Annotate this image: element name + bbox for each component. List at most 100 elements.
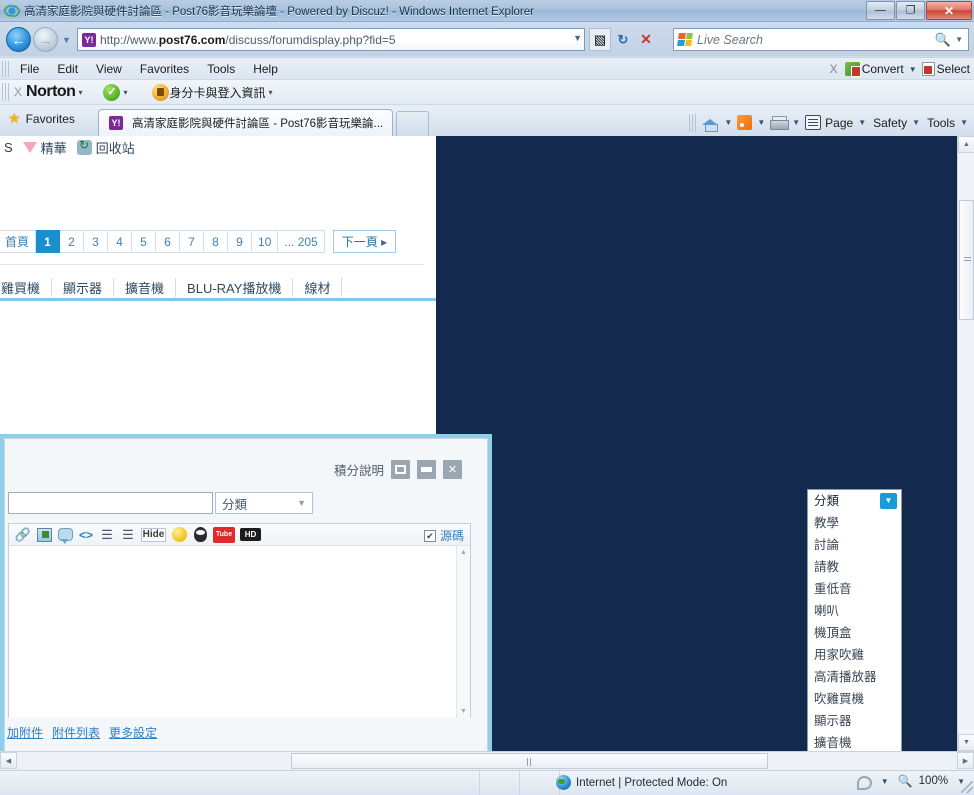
scroll-down-button[interactable]: ▼ [958,734,974,751]
rss-chevron-down-icon[interactable]: ▼ [754,118,768,127]
menu-item-edit[interactable]: Edit [48,60,87,78]
norton-close-icon[interactable]: X [14,85,22,99]
command-bar-grip[interactable] [689,113,697,132]
norton-chevron-down-icon[interactable]: ▾ [75,88,85,97]
chevron-down-icon[interactable]: ▼ [880,493,897,509]
source-mode-toggle[interactable]: ✔ 源碼 [423,527,464,544]
qq-icon[interactable] [192,527,208,543]
youtube-icon[interactable]: Tube [213,526,235,543]
image-icon[interactable] [36,527,52,543]
dropdown-item-5[interactable]: 喇叭 [808,600,901,622]
safety-chevron-down-icon[interactable]: ▼ [909,118,923,127]
identity-safe-button[interactable]: 身分卡與登入資訊 [169,84,265,101]
page-vertical-scrollbar[interactable]: ▲ ▼ [957,136,974,751]
page-last-button[interactable]: ... 205 [278,230,325,253]
resize-grip[interactable] [961,781,973,793]
page-menu-button[interactable]: Page [823,116,853,130]
forward-button[interactable]: → [33,27,58,52]
hide-icon[interactable]: Hide [141,527,166,542]
norton-safe-check-icon[interactable]: ✓ [103,83,121,101]
scroll-right-button[interactable]: ▶ [957,752,974,769]
minimize-dialog-button[interactable] [417,460,436,479]
page-next-button[interactable]: 下一頁 ▸ [332,230,397,253]
thread-type-select[interactable]: 分類 ▼ [215,492,313,514]
vertical-scroll-thumb[interactable] [959,200,974,320]
page-button-7[interactable]: 7 [180,230,205,253]
credits-help-link[interactable]: 積分說明 [334,460,384,479]
category-tab-2[interactable]: 擴音機 [114,278,177,297]
page-button-4[interactable]: 4 [108,230,133,253]
scroll-left-button[interactable]: ◀ [0,752,17,769]
dropdown-item-7[interactable]: 用家吹雞 [808,644,901,666]
page-button-2[interactable]: 2 [60,230,85,253]
attachment-list-link[interactable]: 附件列表 [52,724,100,741]
subnav-item-digest[interactable]: 精華 [22,138,67,157]
more-settings-link[interactable]: 更多設定 [109,724,157,741]
norton-toolbar-grip[interactable] [2,83,11,101]
page-icon[interactable] [805,115,822,130]
zoom-icon[interactable]: 🔍 [898,774,913,788]
code-icon[interactable]: <> [78,527,94,543]
compatibility-view-button[interactable]: ▧ [589,28,611,51]
safety-menu-button[interactable]: Safety [871,116,907,130]
subnav-item-recycle[interactable]: 回收站 [76,138,135,157]
close-dialog-button[interactable]: ✕ [443,460,462,479]
dropdown-item-0[interactable]: 分類 ▼ [808,490,901,512]
page-button-5[interactable]: 5 [132,230,157,253]
category-tab-0[interactable]: 雞買機 [0,278,53,297]
page-horizontal-scrollbar[interactable]: ◀ ▶ [0,751,974,770]
smiley-icon[interactable] [171,527,187,543]
page-button-3[interactable]: 3 [84,230,109,253]
menu-item-help[interactable]: Help [244,60,287,78]
search-icon[interactable]: 🔍 [935,32,951,48]
home-icon[interactable] [702,115,719,132]
dropdown-item-6[interactable]: 機頂盒 [808,622,901,644]
editor-textarea[interactable]: ▲ ▼ [9,546,470,718]
privacy-chevron-down-icon[interactable]: ▼ [878,777,892,786]
page-chevron-down-icon[interactable]: ▼ [855,118,869,127]
recent-pages-chevron-icon[interactable]: ▼ [62,35,71,45]
search-input[interactable]: Live Search [697,33,935,47]
page-first-button[interactable]: 首頁 [0,230,37,253]
hd-icon[interactable]: HD [240,528,261,541]
favorites-button[interactable]: ★ Favorites [8,110,75,127]
dropdown-item-3[interactable]: 請教 [808,556,901,578]
dropdown-item-10[interactable]: 顯示器 [808,710,901,732]
menu-item-view[interactable]: View [87,60,131,78]
tools-menu-button[interactable]: Tools [925,116,955,130]
menu-item-favorites[interactable]: Favorites [131,60,198,78]
address-dropdown-chevron-icon[interactable]: ▼ [573,33,582,43]
dropdown-item-2[interactable]: 討論 [808,534,901,556]
horizontal-scroll-thumb[interactable] [291,753,768,769]
dropdown-item-1[interactable]: 教學 [808,512,901,534]
category-tab-1[interactable]: 顯示器 [52,278,115,297]
norton-safe-chevron-down-icon[interactable]: ▾ [120,88,130,97]
dropdown-item-4[interactable]: 重低音 [808,578,901,600]
category-tab-4[interactable]: 線材 [293,278,343,297]
link-icon[interactable]: 🔗 [15,527,31,543]
page-button-1[interactable]: 1 [36,230,61,253]
menu-bar-grip[interactable] [2,60,11,77]
page-button-8[interactable]: 8 [204,230,229,253]
popout-button[interactable] [391,460,410,479]
add-attachment-link[interactable]: 加附件 [7,724,43,741]
close-button[interactable]: ✕ [926,1,972,20]
indent-icon[interactable]: ☰ [120,527,136,543]
tools-chevron-down-icon[interactable]: ▼ [957,118,971,127]
search-provider-chevron-icon[interactable]: ▼ [955,35,963,44]
dropdown-item-8[interactable]: 高清播放器 [808,666,901,688]
security-zone-indicator[interactable]: Internet | Protected Mode: On [556,775,727,790]
stop-button[interactable]: ✕ [635,28,657,51]
address-bar[interactable]: Y! http://www.post76.com/discuss/forumdi… [77,28,585,51]
rss-feeds-icon[interactable] [737,115,753,130]
maximize-button[interactable]: ❐ [896,1,925,20]
identity-chevron-down-icon[interactable]: ▾ [266,88,276,97]
editor-scroll-up-icon[interactable]: ▲ [457,546,470,559]
dropdown-item-11[interactable]: 擴音機 [808,732,901,751]
refresh-button[interactable]: ↻ [612,28,634,51]
page-button-6[interactable]: 6 [156,230,181,253]
menu-item-file[interactable]: File [11,60,48,78]
page-button-10[interactable]: 10 [252,230,279,253]
select-button[interactable]: Select [937,62,970,76]
close-toolbar-icon[interactable]: X [825,62,843,76]
